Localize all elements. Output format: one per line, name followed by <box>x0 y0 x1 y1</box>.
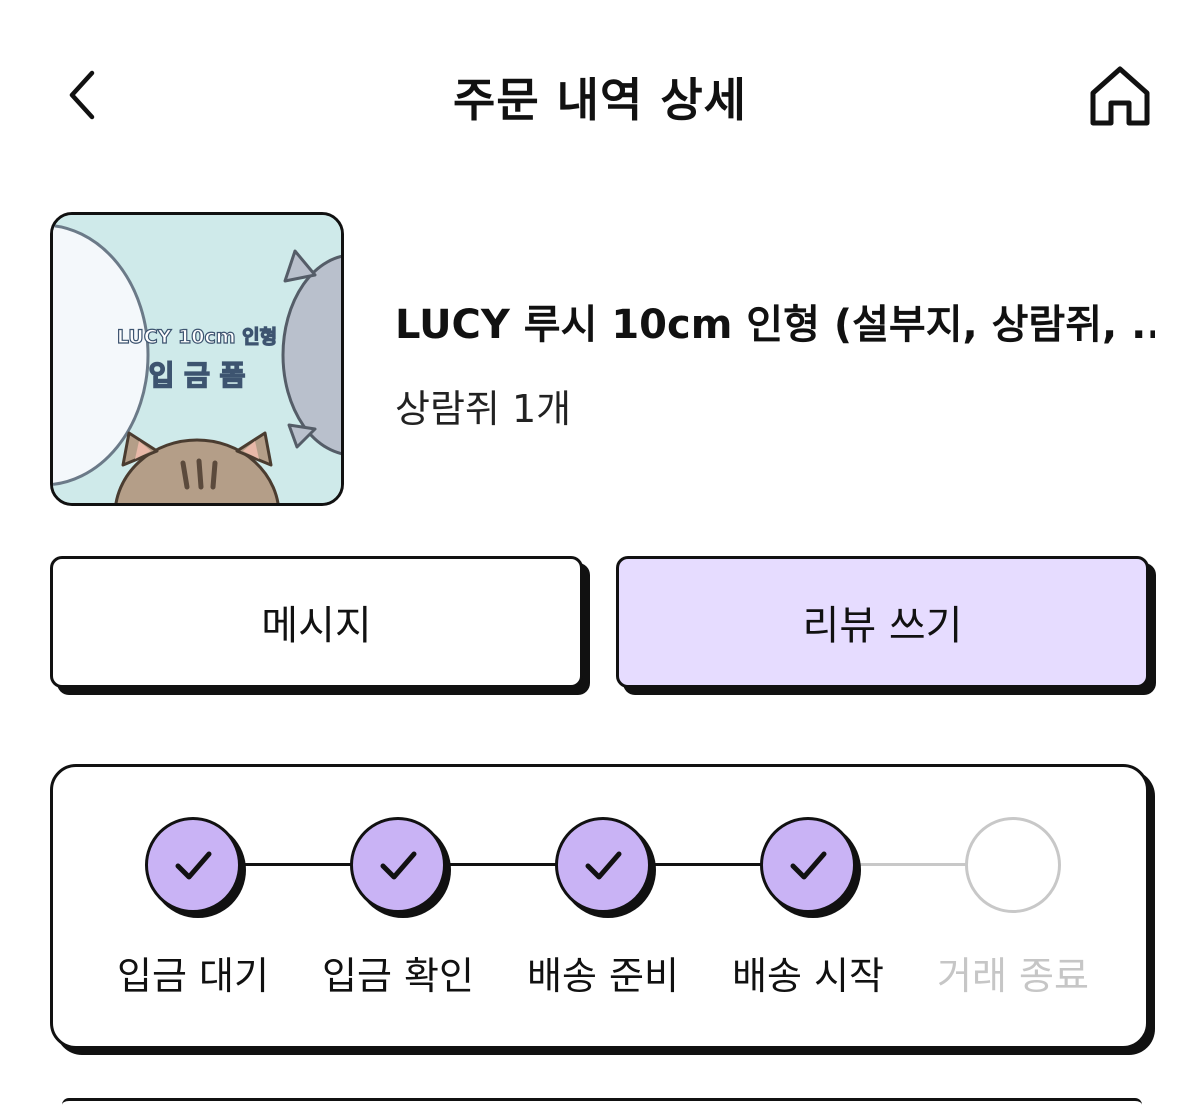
product-summary[interactable]: LUCY 10cm 인형 입 금 폼 LUCY 루시 10cm 인형 (설부지,… <box>50 212 1155 506</box>
check-icon <box>380 851 417 880</box>
step-check-circle <box>760 817 856 913</box>
step-empty-circle <box>965 817 1061 913</box>
status-step-shipping-prep: 배송 준비 <box>503 817 703 1017</box>
message-button[interactable]: 메시지 <box>50 556 583 688</box>
check-icon <box>585 851 622 880</box>
page-title: 주문 내역 상세 <box>453 73 747 127</box>
next-card-edge <box>62 1098 1142 1105</box>
order-status-tracker: 입금 대기 입금 확인 배송 준비 배송 시작 거래 종료 <box>50 764 1149 1049</box>
step-label: 배송 시작 <box>732 954 884 998</box>
status-step-completed: 거래 종료 <box>913 817 1113 1017</box>
step-label: 거래 종료 <box>937 954 1089 998</box>
step-check-circle <box>350 817 446 913</box>
status-step-payment-pending: 입금 대기 <box>93 817 293 1017</box>
product-name: LUCY 루시 10cm 인형 (설부지, 상람쥐, ... <box>395 302 1155 348</box>
check-icon <box>790 851 827 880</box>
message-button-label: 메시지 <box>261 603 372 649</box>
status-step-shipping-started: 배송 시작 <box>708 817 908 1017</box>
step-check-circle <box>555 817 651 913</box>
home-button[interactable] <box>1082 58 1158 134</box>
product-thumbnail[interactable]: LUCY 10cm 인형 입 금 폼 <box>50 212 344 506</box>
step-label: 입금 대기 <box>117 954 269 998</box>
product-option: 상람쥐 1개 <box>395 387 572 431</box>
write-review-button-label: 리뷰 쓰기 <box>802 603 963 649</box>
step-check-circle <box>145 817 241 913</box>
thumbnail-text-line1: LUCY 10cm 인형 <box>117 326 277 348</box>
step-label: 입금 확인 <box>322 954 474 998</box>
step-label: 배송 준비 <box>527 954 679 998</box>
product-info: LUCY 루시 10cm 인형 (설부지, 상람쥐, ... 상람쥐 1개 <box>395 292 1155 433</box>
check-icon <box>175 851 212 880</box>
write-review-button[interactable]: 리뷰 쓰기 <box>616 556 1149 688</box>
status-step-payment-confirmed: 입금 확인 <box>298 817 498 1017</box>
thumbnail-text-line2: 입 금 폼 <box>149 359 246 392</box>
thumbnail-illustration: LUCY 10cm 인형 입 금 폼 <box>53 215 341 503</box>
header: 주문 내역 상세 <box>0 0 1200 190</box>
order-detail-page: 주문 내역 상세 LUCY 10cm 인형 입 금 폼 LUCY 루시 10cm… <box>0 0 1200 1105</box>
home-icon <box>1090 66 1150 126</box>
